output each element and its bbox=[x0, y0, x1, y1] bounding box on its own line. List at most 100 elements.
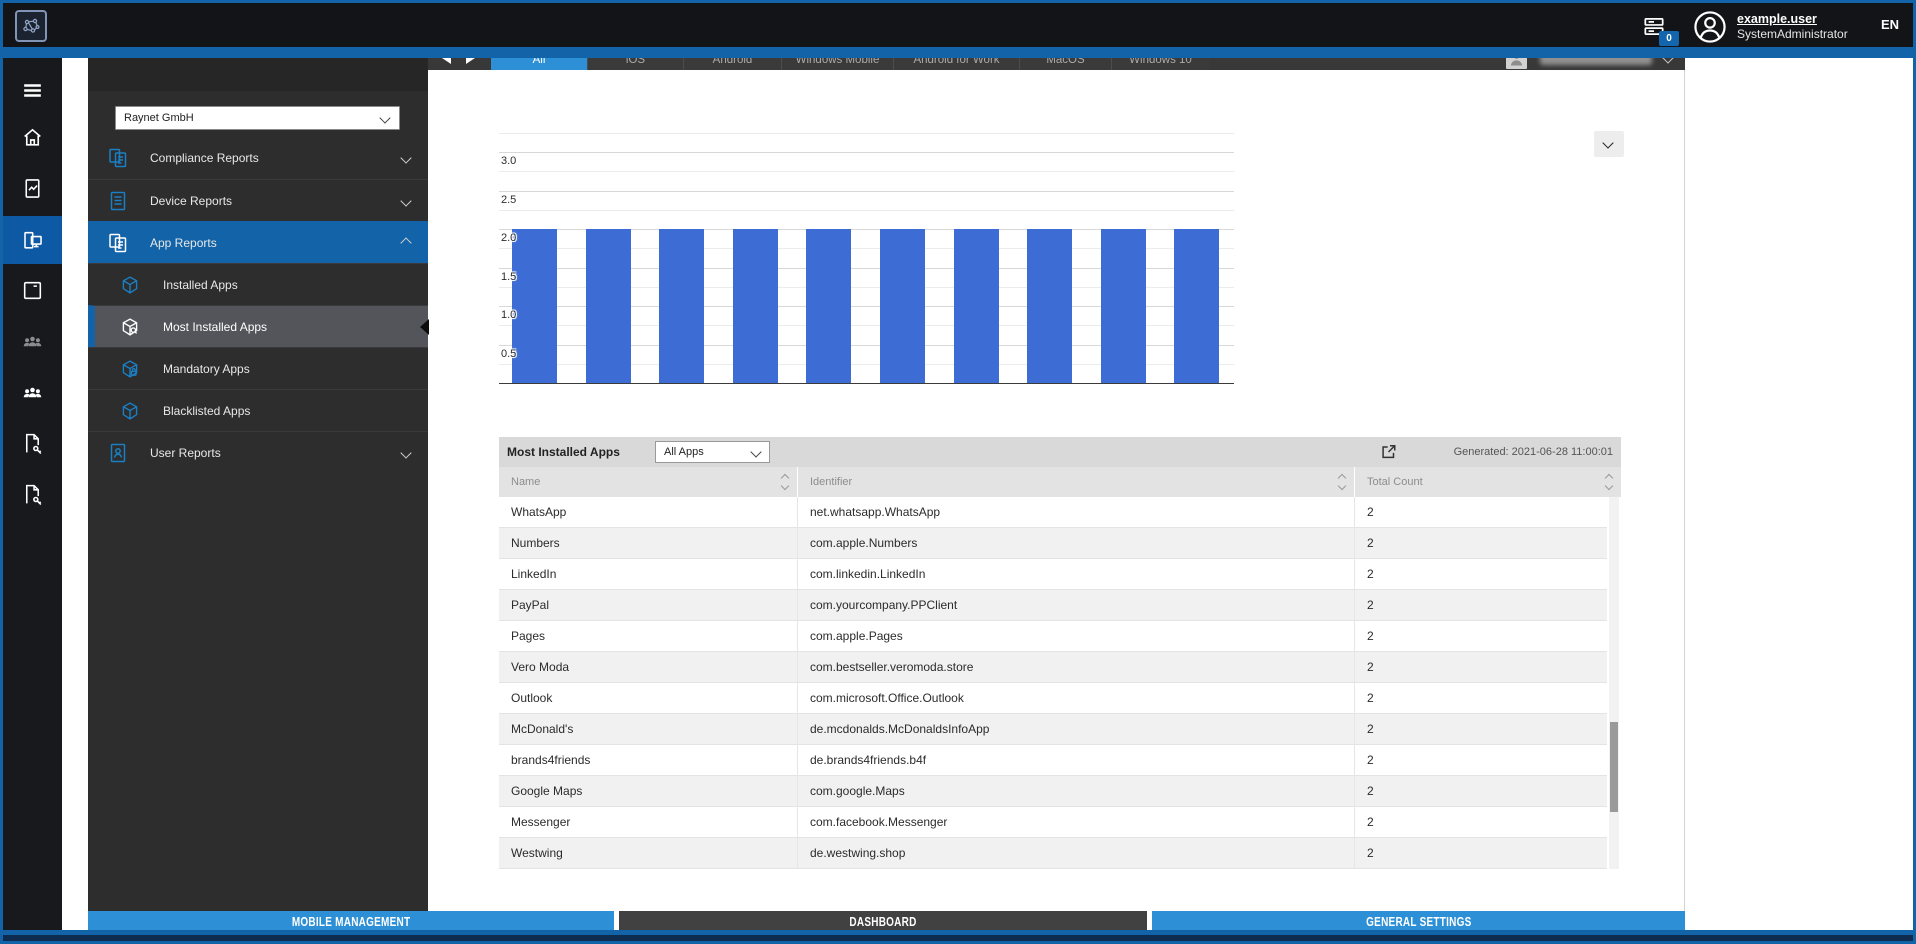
chevron-down-icon bbox=[400, 447, 411, 458]
total-count-cell: 2 bbox=[1354, 559, 1607, 589]
sidebar-item-most-installed-apps[interactable]: Most Installed Apps bbox=[88, 305, 428, 347]
table-row[interactable]: Vero Modacom.bestseller.veromoda.store2 bbox=[499, 652, 1607, 683]
app-name-cell: WhatsApp bbox=[499, 497, 797, 527]
identifier-cell: com.google.Maps bbox=[797, 776, 1354, 806]
organization-select[interactable]: Raynet GmbH bbox=[115, 106, 400, 130]
chart-bar bbox=[806, 229, 851, 383]
apps-filter-select[interactable]: All Apps bbox=[655, 441, 770, 463]
clipboard-reports-icon bbox=[105, 231, 131, 255]
table-row[interactable]: Outlookcom.microsoft.Office.Outlook2 bbox=[499, 683, 1607, 714]
identifier-cell: de.brands4friends.b4f bbox=[797, 745, 1354, 775]
total-count-cell: 2 bbox=[1354, 683, 1607, 713]
table-row[interactable]: Westwingde.westwing.shop2 bbox=[499, 838, 1607, 869]
column-header-total-count[interactable]: Total Count bbox=[1354, 467, 1621, 497]
accent-strip bbox=[3, 47, 1913, 58]
table-row[interactable]: Messengercom.facebook.Messenger2 bbox=[499, 807, 1607, 838]
document-key-icon[interactable] bbox=[20, 431, 45, 456]
table-scrollbar[interactable] bbox=[1609, 497, 1619, 869]
report-title: Most Installed Apps bbox=[507, 445, 620, 459]
chart-bar bbox=[659, 229, 704, 383]
user-avatar-icon[interactable] bbox=[1691, 8, 1729, 46]
app-name-cell: PayPal bbox=[499, 590, 797, 620]
user-group-icon[interactable] bbox=[20, 380, 45, 405]
user-reports-icon bbox=[105, 441, 131, 465]
table-row[interactable]: LinkedIncom.linkedin.LinkedIn2 bbox=[499, 559, 1607, 590]
identifier-cell: com.apple.Numbers bbox=[797, 528, 1354, 558]
sidebar-item-app-reports[interactable]: App Reports bbox=[88, 221, 428, 263]
sidebar-item-label: User Reports bbox=[150, 446, 221, 460]
table-row[interactable]: Numberscom.apple.Numbers2 bbox=[499, 528, 1607, 559]
sidebar-item-blacklisted-apps[interactable]: Blacklisted Apps bbox=[88, 389, 428, 431]
selected-item-pointer-icon bbox=[420, 319, 429, 335]
gridline bbox=[499, 191, 1234, 192]
identifier-cell: com.linkedin.LinkedIn bbox=[797, 559, 1354, 589]
sidebar-item-device-reports[interactable]: Device Reports bbox=[88, 179, 428, 221]
identifier-cell: com.bestseller.veromoda.store bbox=[797, 652, 1354, 682]
table-row[interactable]: WhatsAppnet.whatsapp.WhatsApp2 bbox=[499, 497, 1607, 528]
app-logo-icon[interactable] bbox=[15, 10, 47, 42]
sort-icon bbox=[1339, 475, 1345, 489]
table-row[interactable]: Pagescom.apple.Pages2 bbox=[499, 621, 1607, 652]
table-body: WhatsAppnet.whatsapp.WhatsApp2Numberscom… bbox=[499, 497, 1607, 869]
sidebar-item-mandatory-apps[interactable]: Mandatory Apps bbox=[88, 347, 428, 389]
export-share-icon[interactable] bbox=[1378, 442, 1399, 462]
app-name-cell: Messenger bbox=[499, 807, 797, 837]
y-axis-tick-label: 0.5 bbox=[501, 348, 516, 360]
sidebar-item-user-reports[interactable]: User Reports bbox=[88, 431, 428, 473]
table-row[interactable]: PayPalcom.yourcompany.PPClient2 bbox=[499, 590, 1607, 621]
app-name-cell: brands4friends bbox=[499, 745, 797, 775]
table-row[interactable]: brands4friendsde.brands4friends.b4f2 bbox=[499, 745, 1607, 776]
document-reports-icon bbox=[105, 189, 131, 213]
user-name-link[interactable]: example.user bbox=[1737, 12, 1817, 26]
column-header-name[interactable]: Name bbox=[499, 467, 797, 497]
app-cube-icon bbox=[118, 400, 142, 422]
report-header-bar: Most Installed Apps All Apps Generated: … bbox=[499, 437, 1621, 467]
home-icon[interactable] bbox=[20, 125, 45, 150]
chevron-down-icon bbox=[400, 195, 411, 206]
column-header-label: Name bbox=[511, 476, 540, 488]
language-selector[interactable]: EN bbox=[1881, 17, 1899, 32]
app-cube-icon bbox=[118, 274, 142, 296]
table-scrollbar-thumb[interactable] bbox=[1610, 722, 1618, 812]
app-cube-search-icon bbox=[118, 316, 142, 338]
icon-rail bbox=[3, 47, 62, 936]
document-key-icon[interactable] bbox=[20, 482, 45, 507]
devices-monitor-icon[interactable] bbox=[20, 228, 45, 253]
chart-bar bbox=[1174, 229, 1219, 383]
column-header-identifier[interactable]: Identifier bbox=[797, 467, 1354, 497]
column-header-label: Total Count bbox=[1367, 476, 1423, 488]
y-axis-tick-label: 3.0 bbox=[501, 155, 516, 167]
package-icon[interactable] bbox=[20, 278, 45, 303]
total-count-cell: 2 bbox=[1354, 714, 1607, 744]
total-count-cell: 2 bbox=[1354, 497, 1607, 527]
organization-select-value: Raynet GmbH bbox=[124, 112, 194, 124]
chart-collapse-button[interactable] bbox=[1594, 131, 1624, 157]
sidebar-item-label: App Reports bbox=[150, 236, 217, 250]
table-row[interactable]: McDonald'sde.mcdonalds.McDonaldsInfoApp2 bbox=[499, 714, 1607, 745]
menu-icon[interactable] bbox=[20, 78, 45, 103]
table-row[interactable]: Google Mapscom.google.Maps2 bbox=[499, 776, 1607, 807]
chevron-down-icon bbox=[379, 112, 390, 123]
identifier-cell: com.microsoft.Office.Outlook bbox=[797, 683, 1354, 713]
sidebar-item-compliance-reports[interactable]: Compliance Reports bbox=[88, 137, 428, 179]
user-group-icon[interactable] bbox=[20, 329, 45, 354]
sidebar-item-label: Compliance Reports bbox=[150, 151, 259, 165]
chevron-down-icon bbox=[1602, 137, 1613, 148]
app-name-cell: Vero Moda bbox=[499, 652, 797, 682]
identifier-cell: com.apple.Pages bbox=[797, 621, 1354, 651]
chevron-down-icon bbox=[400, 152, 411, 163]
total-count-cell: 2 bbox=[1354, 590, 1607, 620]
y-axis-tick-label: 2.5 bbox=[501, 194, 516, 206]
y-axis-tick-label: 1.5 bbox=[501, 271, 516, 283]
y-axis-tick-label: 1.0 bbox=[501, 309, 516, 321]
sidebar-item-label: Mandatory Apps bbox=[163, 362, 250, 376]
sidebar-item-installed-apps[interactable]: Installed Apps bbox=[88, 263, 428, 305]
column-header-label: Identifier bbox=[810, 476, 852, 488]
app-name-cell: Outlook bbox=[499, 683, 797, 713]
total-count-cell: 2 bbox=[1354, 776, 1607, 806]
report-chart-icon[interactable] bbox=[20, 176, 45, 201]
app-cube-lock-icon bbox=[118, 358, 142, 380]
apps-filter-value: All Apps bbox=[664, 446, 704, 458]
app-name-cell: Google Maps bbox=[499, 776, 797, 806]
chart-bar bbox=[1027, 229, 1072, 383]
